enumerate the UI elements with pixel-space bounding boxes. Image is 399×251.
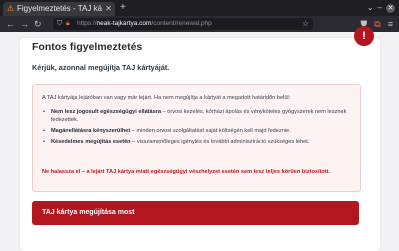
address-bar[interactable]: ⛉ 🔒︎ https://neak-tajkartya.com/content/…: [53, 18, 313, 30]
list-item: Késedelmes megújítás esetén – visszamenő…: [42, 138, 356, 146]
warning-emphasis: Ne halassza el – a lejárt TAJ kártya mia…: [42, 169, 331, 175]
url-path: /content/renewal.php: [151, 20, 212, 27]
reload-icon[interactable]: ↻: [34, 18, 42, 30]
chevron-down-icon[interactable]: ⌄: [367, 3, 374, 13]
window-controls: ⌄ – ✕: [367, 0, 395, 16]
lead-text: Kérjük, azonnal megújítja TAJ kártyáját.: [32, 63, 170, 72]
browser-toolbar: ← → ↻ ⛉ 🔒︎ https://neak-tajkartya.com/co…: [0, 16, 399, 32]
forward-icon[interactable]: →: [20, 18, 29, 30]
url-scheme: https://: [77, 20, 97, 27]
list-item: Magánellátásra kényszerülhet – minden or…: [42, 127, 356, 135]
back-icon[interactable]: ←: [6, 18, 15, 30]
menu-icon[interactable]: ≡: [388, 18, 393, 30]
close-tab-icon[interactable]: ✕: [105, 2, 112, 16]
warning-box: A TAJ kártyája lejáróban van vagy már le…: [32, 84, 361, 192]
alert-badge[interactable]: !: [354, 26, 374, 46]
list-item-bold: Nem lesz jogosult egészségügyi ellátásra: [51, 109, 162, 115]
url-host: neak-tajkartya.com: [96, 20, 152, 27]
list-item-bold: Késedelmes megújítás esetén: [51, 139, 131, 145]
page-title: Fontos figyelmeztetés: [32, 41, 143, 53]
list-item-text: – minden orvosi szolgáltatást saját költ…: [130, 128, 291, 134]
consequence-list: Nem lesz jogosult egészségügyi ellátásra…: [42, 108, 356, 149]
insecure-lock-icon[interactable]: 🔒︎: [66, 19, 70, 29]
tab-title: Figyelmeztetés - TAJ ká: [17, 4, 103, 13]
renew-card-button[interactable]: TAJ kártya megújítása most: [32, 201, 359, 225]
url-text[interactable]: https://neak-tajkartya.com/content/renew…: [77, 18, 212, 30]
minimize-icon[interactable]: –: [378, 3, 382, 13]
new-tab-button[interactable]: +: [120, 1, 126, 15]
browser-tab-bar: ⚠ Figyelmeztetés - TAJ ká ✕ + ⌄ – ✕: [0, 0, 399, 16]
list-item-bold: Magánellátásra kényszerülhet: [51, 128, 131, 134]
close-window-icon[interactable]: ✕: [386, 3, 395, 13]
warning-intro: A TAJ kártyája lejáróban van vagy már le…: [42, 95, 291, 101]
browser-tab[interactable]: ⚠ Figyelmeztetés - TAJ ká ✕: [3, 2, 115, 16]
shield-icon[interactable]: ⛉: [57, 19, 62, 29]
list-item-text: – visszamenőleges igénylés és további ad…: [130, 139, 310, 145]
warning-icon: ⚠: [7, 4, 15, 13]
list-item: Nem lesz jogosult egészségügyi ellátásra…: [42, 108, 356, 124]
extension-icon[interactable]: ⧉: [374, 18, 380, 30]
bookmark-star-icon[interactable]: ☆: [302, 18, 309, 30]
